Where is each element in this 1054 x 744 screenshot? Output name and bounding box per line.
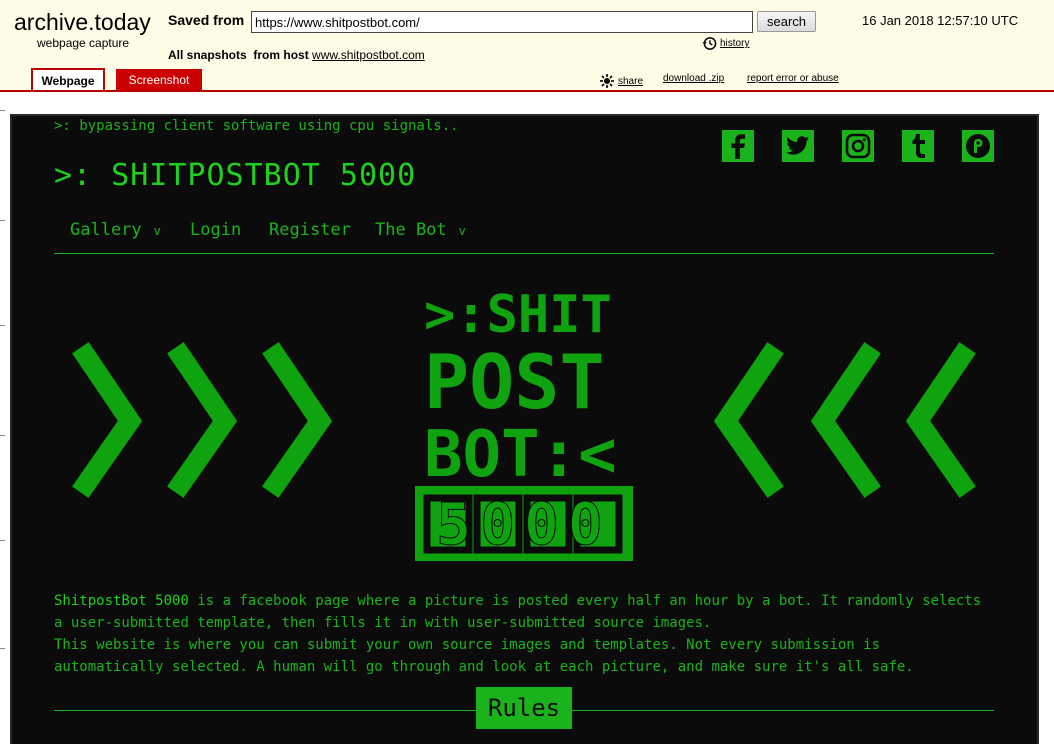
ruler-mark bbox=[0, 325, 5, 326]
archive-logo[interactable]: archive.today bbox=[14, 9, 151, 36]
left-chevron-icon bbox=[713, 342, 784, 498]
right-chevron-icon bbox=[262, 342, 333, 498]
twitter-icon[interactable] bbox=[782, 130, 814, 162]
nav-the-bot[interactable]: The Bot v bbox=[375, 220, 466, 240]
share-icon bbox=[600, 74, 614, 88]
patreon-icon[interactable] bbox=[962, 130, 994, 162]
ruler-mark bbox=[0, 648, 5, 649]
logo-line-4: 5000 bbox=[436, 490, 612, 558]
nav-login[interactable]: Login bbox=[190, 220, 241, 240]
share-link-label[interactable]: share bbox=[618, 76, 643, 87]
share-link[interactable]: share bbox=[599, 73, 643, 89]
hero-logo: >:SHIT POST BOT:< 5000 bbox=[12, 276, 1041, 571]
history-link-label[interactable]: history bbox=[720, 38, 749, 49]
nav-register[interactable]: Register bbox=[269, 220, 351, 240]
nav-gallery-label: Gallery bbox=[70, 220, 142, 240]
tab-screenshot[interactable]: Screenshot bbox=[116, 69, 202, 91]
chevron-down-icon: v bbox=[153, 224, 161, 238]
right-chevron-icon bbox=[72, 342, 143, 498]
from-host-label: from host bbox=[253, 48, 309, 62]
logo-line-1: >:SHIT bbox=[424, 285, 612, 345]
tab-webpage[interactable]: Webpage bbox=[31, 68, 105, 92]
history-link[interactable]: history bbox=[702, 36, 749, 51]
ruler-mark bbox=[0, 110, 5, 111]
ruler-mark bbox=[0, 540, 5, 541]
header-divider bbox=[0, 90, 1054, 92]
download-zip-label[interactable]: download .zip bbox=[663, 73, 724, 84]
right-chevron-icon bbox=[167, 342, 238, 498]
all-snapshots-label[interactable]: All snapshots bbox=[168, 48, 247, 62]
archive-header: archive.today webpage capture Saved from… bbox=[0, 0, 1054, 92]
history-icon bbox=[702, 37, 717, 50]
description-text-2: This website is where you can submit you… bbox=[54, 637, 914, 675]
site-tagline: >: bypassing client software using cpu s… bbox=[54, 118, 459, 134]
report-link[interactable]: report error or abuse bbox=[747, 73, 839, 84]
logo-line-3: BOT:< bbox=[424, 418, 617, 492]
description-text-1: is a facebook page where a picture is po… bbox=[54, 593, 982, 631]
instagram-icon[interactable] bbox=[842, 130, 874, 162]
description-link[interactable]: ShitpostBot 5000 bbox=[54, 593, 189, 609]
capture-date: 16 Jan 2018 12:57:10 UTC bbox=[862, 13, 1019, 28]
site-description: ShitpostBot 5000 is a facebook page wher… bbox=[54, 590, 984, 678]
left-chevron-icon bbox=[810, 342, 881, 498]
tumblr-icon[interactable] bbox=[902, 130, 934, 162]
chevron-down-icon: v bbox=[458, 224, 466, 238]
rules-heading[interactable]: Rules bbox=[476, 687, 572, 729]
nav-the-bot-label: The Bot bbox=[375, 220, 447, 240]
saved-from-label: Saved from bbox=[168, 12, 245, 28]
facebook-icon[interactable] bbox=[722, 130, 754, 162]
search-button[interactable]: search bbox=[757, 11, 816, 32]
saved-url-field[interactable] bbox=[251, 11, 753, 33]
nav-gallery[interactable]: Gallery v bbox=[70, 220, 161, 240]
host-link[interactable]: www.shitpostbot.com bbox=[312, 48, 425, 62]
download-zip-link[interactable]: download .zip bbox=[663, 73, 724, 84]
snapshots-line: All snapshots from host www.shitpostbot.… bbox=[168, 48, 425, 62]
nav-divider bbox=[54, 253, 994, 254]
ruler-mark bbox=[0, 220, 5, 221]
site-title[interactable]: >: SHITPOSTBOT 5000 bbox=[54, 158, 416, 193]
archived-page: >: bypassing client software using cpu s… bbox=[10, 114, 1039, 744]
left-chevron-icon bbox=[905, 342, 976, 498]
logo-line-2: POST bbox=[424, 338, 605, 426]
ruler-mark bbox=[0, 435, 5, 436]
archive-logo-subtitle: webpage capture bbox=[37, 36, 130, 50]
report-link-label[interactable]: report error or abuse bbox=[747, 73, 839, 84]
